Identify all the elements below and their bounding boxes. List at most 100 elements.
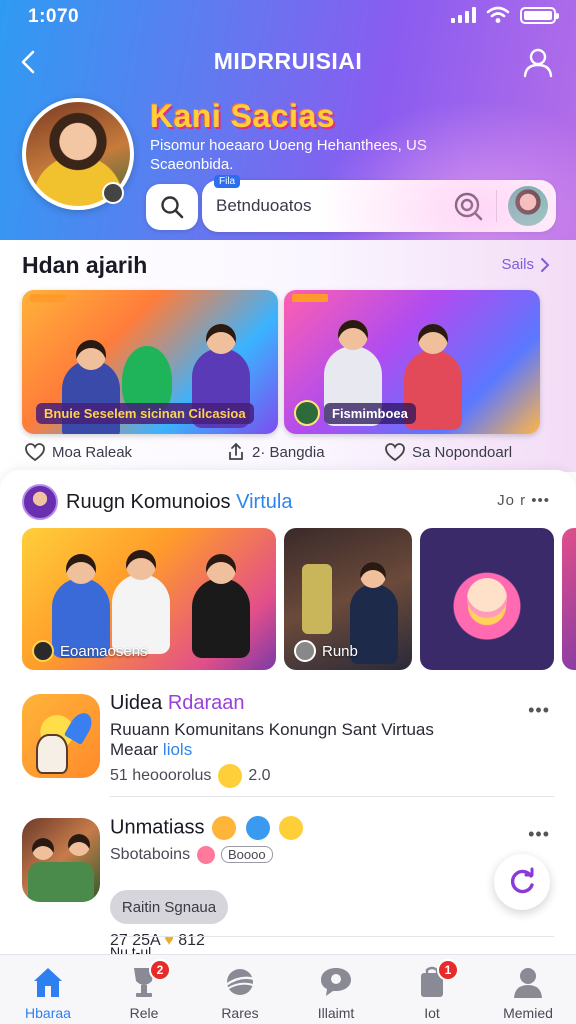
nav-item-home[interactable]: Hbaraa (0, 955, 96, 1024)
tile-badge-icon (32, 640, 54, 662)
battery-icon (520, 6, 559, 24)
brand-title: Kani Sacias (150, 98, 336, 134)
promo-tag (292, 294, 328, 302)
item-subtitle-text: Sbotaboins (110, 846, 191, 864)
promo-person-head (338, 320, 368, 350)
search-avatar[interactable] (508, 186, 548, 226)
tile-caption-text: Runb (322, 642, 358, 660)
promo-card[interactable]: Fismimboea (284, 290, 540, 434)
item-title-main: Uidea (110, 692, 163, 714)
thumb-person-body (28, 862, 94, 902)
item-thumbnail (22, 818, 100, 902)
promo-person-head (206, 324, 236, 354)
status-time: 1:070 (28, 6, 80, 27)
mascot-icon (36, 734, 68, 774)
community-tile[interactable] (420, 528, 554, 670)
emoji-icon (217, 764, 242, 788)
community-tile[interactable]: Eoamaosens (22, 528, 276, 670)
bag-icon: 1 (413, 959, 459, 1001)
status-icons (451, 6, 559, 24)
join-button[interactable]: Raitin Sgnaua (110, 890, 228, 924)
promo-label: Bnuie Seselem sicinan Cilcasioa (36, 403, 254, 424)
promo-person-head (76, 340, 106, 370)
communities-more-button[interactable]: Jo r ••• (497, 492, 550, 509)
section-title: Hdan ajarih (22, 252, 148, 278)
nav-item-rares[interactable]: Rares (192, 955, 288, 1024)
stat-text: Moa Raleak (52, 443, 133, 461)
profile-button[interactable] (522, 46, 554, 78)
search-tag: Fila (214, 175, 241, 188)
item-meta: 51 heooorolus 2.0 (110, 764, 271, 788)
promo-card[interactable]: Bnuie Seselem sicinan Cilcasioa (22, 290, 278, 434)
refresh-fab[interactable] (494, 854, 550, 910)
app-header: 1:070 MIDRRUISIAI Kani Sacias Pisomur ho… (0, 0, 576, 240)
promo-badge (294, 400, 320, 426)
item-desc-line2: Meaar liols (110, 740, 510, 760)
thumb-person-head (68, 834, 90, 856)
nav-item-memied[interactable]: Memied (480, 955, 576, 1024)
community-tile[interactable] (562, 528, 576, 670)
see-all-link[interactable]: Sails (501, 256, 550, 273)
mascot-icon (467, 578, 507, 618)
list-item[interactable]: Uidea Rdaraan Ruuann Komunitans Konungn … (22, 686, 554, 798)
wifi-icon (486, 6, 510, 23)
communities-header: Ruugn Komunoios Virtula (22, 484, 292, 520)
nav-label: Rares (221, 1005, 259, 1021)
user-icon (523, 48, 553, 78)
tile-person-head (126, 550, 156, 580)
nav-label: Rele (129, 1005, 159, 1021)
nav-label: Iot (424, 1005, 440, 1021)
nav-item-iot[interactable]: 1 Iot (384, 955, 480, 1024)
nav-label: Hbaraa (25, 1005, 71, 1021)
nav-item-rele[interactable]: 2 Rele (96, 955, 192, 1024)
tile-prop (302, 564, 332, 634)
emoji-icon (279, 816, 304, 840)
emoji-icon (212, 816, 237, 840)
tile-person-head (206, 554, 236, 584)
search-input[interactable] (216, 190, 436, 222)
status-bar: 1:070 (0, 0, 576, 34)
avatar-badge (102, 182, 124, 204)
see-all-label: Sails (501, 256, 534, 273)
stat-text: 2· Bangdia (252, 443, 325, 461)
planet-icon (221, 963, 259, 1001)
heart-outline-icon (385, 443, 405, 462)
item-desc-line2-accent: liols (162, 740, 193, 759)
stat-shares[interactable]: 2· Bangdia (226, 442, 325, 462)
tile-person (192, 578, 250, 658)
communities-title-main: Ruugn Komunoios (66, 490, 231, 513)
communities-title: Ruugn Komunoios Virtula (66, 491, 292, 514)
brand-subtitle: Pisomur hoeaaro Uoeng Hehanthees, US Sca… (150, 137, 427, 173)
emoji-icon (196, 846, 215, 864)
search-button[interactable] (146, 184, 198, 230)
communities-sheet: Ruugn Komunoios Virtula Jo r ••• Eoamaos… (0, 470, 576, 954)
item-menu-button[interactable]: ••• (528, 824, 550, 845)
item-meta-right: 2.0 (248, 767, 271, 785)
item-title-accent: Rdaraan (167, 692, 245, 714)
community-tile[interactable]: Runb (284, 528, 412, 670)
bottom-nav: Hbaraa 2 Rele Rares Illaimt 1 Iot Memied (0, 954, 576, 1024)
share-icon (229, 442, 243, 460)
item-meta-left: 51 heooorolus (110, 767, 212, 785)
item-description: Ruuann Komunitans Konungn Sant Virtuas M… (110, 720, 510, 760)
list-divider (110, 796, 554, 797)
nav-item-illaimt[interactable]: Illaimt (288, 955, 384, 1024)
promo-label: Fismimboea (324, 403, 416, 424)
trophy-icon: 2 (125, 959, 171, 1001)
home-icon (29, 963, 67, 1001)
stat-responses[interactable]: Sa Nopondoarl (384, 442, 512, 462)
emoji-icon (245, 816, 270, 840)
stat-likes[interactable]: Moa Raleak (24, 442, 132, 462)
promo-tag (30, 294, 66, 302)
tile-person-head (360, 562, 386, 588)
list-divider (110, 936, 554, 937)
item-menu-button[interactable]: ••• (528, 700, 550, 721)
item-title: Unmatiass (110, 816, 305, 840)
list-item[interactable]: Unmatiass Sbotaboins Boooo Raitin Sgnaua… (22, 810, 554, 950)
item-pill: Boooo (220, 846, 273, 864)
chevron-right-icon (541, 257, 550, 272)
scan-button[interactable] (452, 190, 484, 222)
rocket-icon (63, 709, 97, 745)
search-icon (161, 196, 184, 219)
item-title-main: Unmatiass (110, 816, 205, 839)
